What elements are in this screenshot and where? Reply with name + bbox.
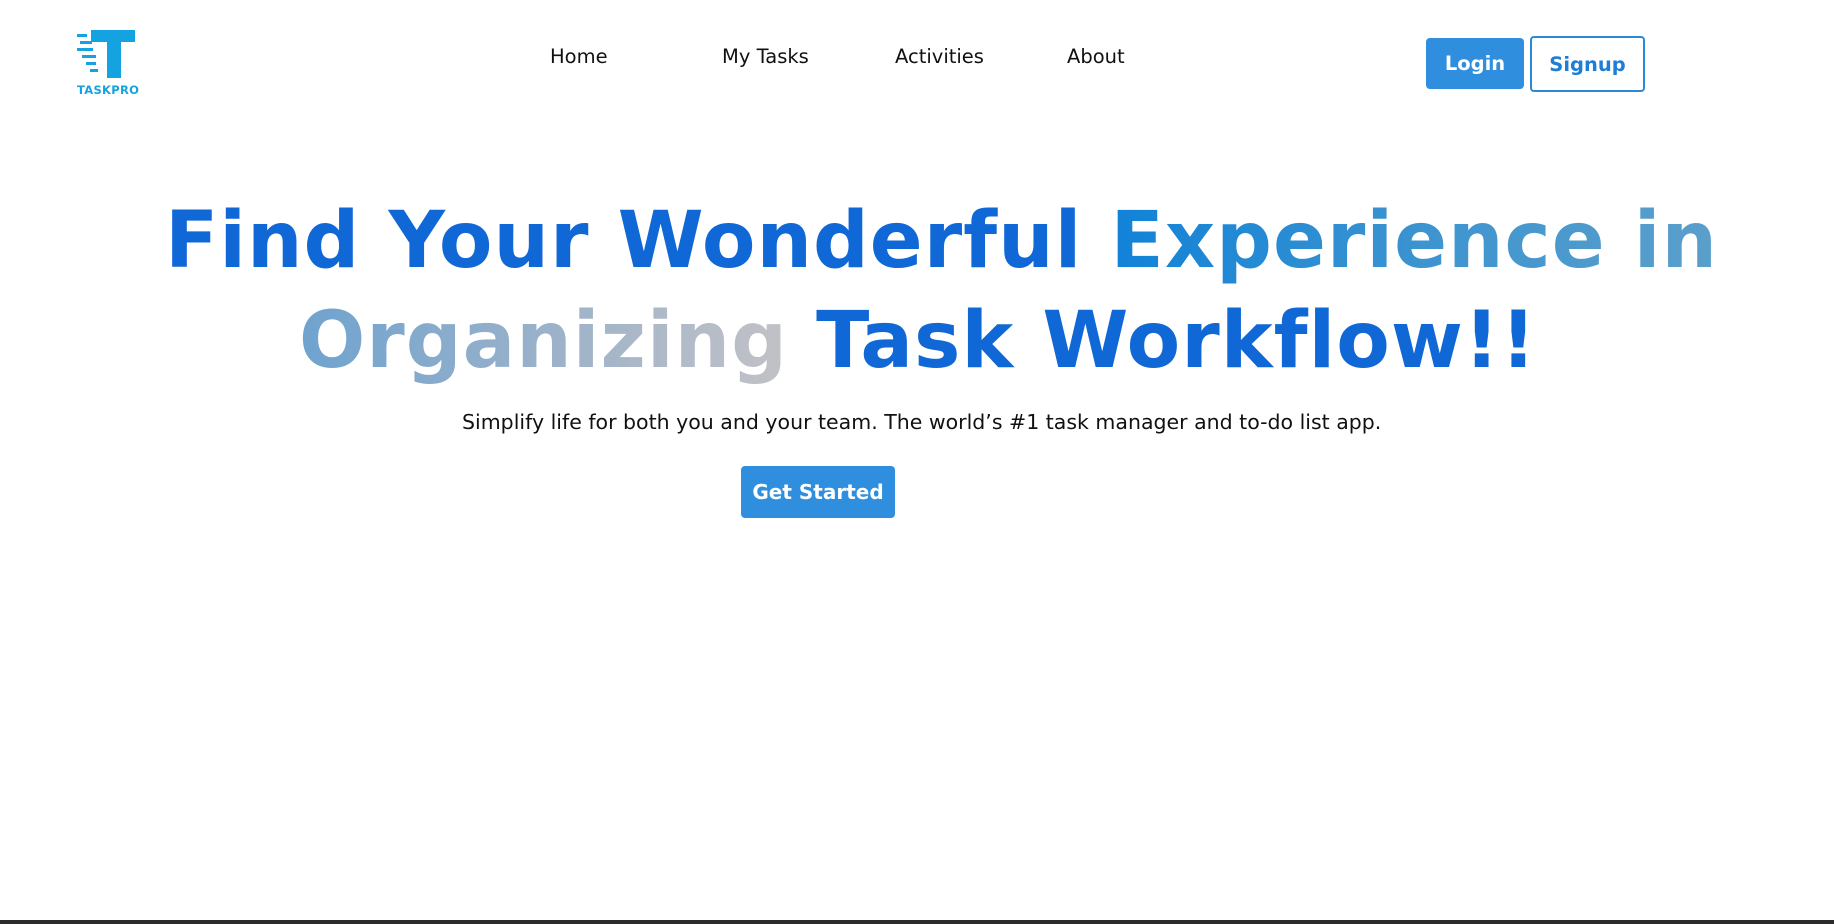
- hero-heading-part-4: Task Workflow!!: [816, 296, 1538, 386]
- taskpro-logo-icon: [77, 30, 135, 78]
- hero-heading-line-2: Organizing Task Workflow!!: [299, 302, 1537, 380]
- signup-button[interactable]: Signup: [1530, 36, 1645, 92]
- get-started-button[interactable]: Get Started: [741, 466, 895, 518]
- hero-heading-line-1: Find Your Wonderful Experience in: [165, 202, 1718, 280]
- taskpro-logo[interactable]: TASKPRO: [77, 28, 147, 100]
- hero-heading-part-1: Find Your Wonderful: [165, 196, 1083, 286]
- nav-about[interactable]: About: [1067, 45, 1125, 68]
- hero-subtitle: Simplify life for both you and your team…: [462, 410, 1382, 434]
- brand-name: TASKPRO: [77, 83, 140, 97]
- nav-my-tasks[interactable]: My Tasks: [722, 45, 809, 68]
- nav-activities[interactable]: Activities: [895, 45, 984, 68]
- nav-home[interactable]: Home: [550, 45, 608, 68]
- login-button[interactable]: Login: [1426, 38, 1524, 89]
- hero-heading-part-3: Organizing: [299, 296, 789, 386]
- hero-heading-part-2: Experience in: [1110, 196, 1719, 286]
- bottom-divider: [0, 920, 1834, 924]
